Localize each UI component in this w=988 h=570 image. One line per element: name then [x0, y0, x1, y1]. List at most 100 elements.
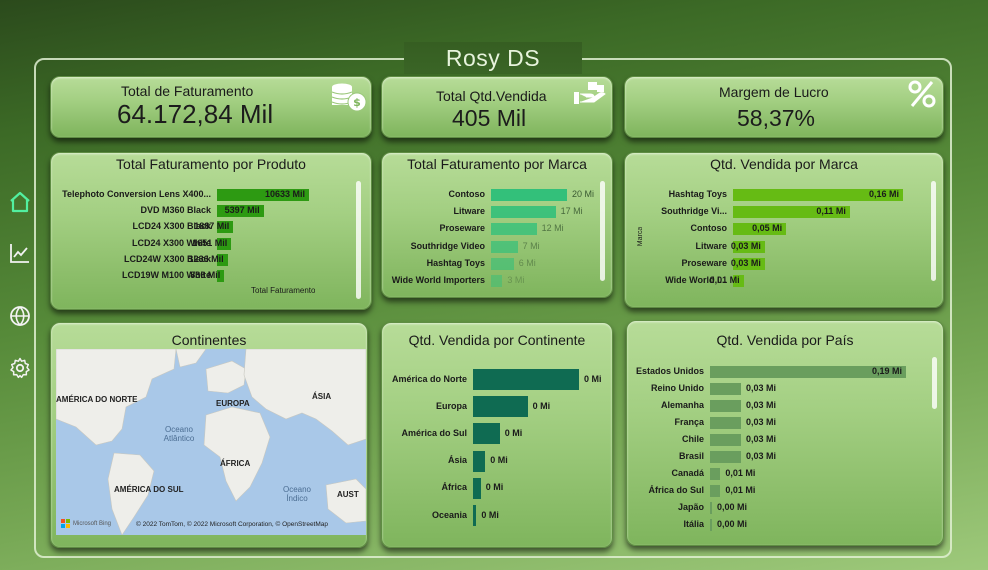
nav-globe[interactable]	[6, 302, 34, 330]
scrollbar[interactable]	[600, 181, 605, 281]
bar-mark[interactable]	[491, 240, 518, 253]
bar-value-label: 0 Mi	[584, 373, 602, 384]
bar-value-label: 17 Mi	[560, 206, 583, 217]
axis-label: Total Faturamento	[251, 286, 316, 295]
map-label: AUST	[337, 490, 359, 499]
kpi-value: 64.172,84 Mil	[117, 99, 274, 129]
world-map[interactable]: AMÉRICA DO NORTE EUROPA ÁSIA ÁFRICA AMÉR…	[56, 349, 366, 535]
ocean-label: Oceano Atlântico	[163, 425, 195, 443]
bar-mark[interactable]	[473, 423, 500, 445]
bar-mark[interactable]	[491, 206, 556, 219]
card-title: Qtd. Vendida por País	[716, 332, 854, 348]
card-title: Qtd. Vendida por Marca	[710, 156, 858, 172]
bar-category-label: França	[674, 417, 704, 427]
bar-mark[interactable]	[710, 485, 721, 497]
card-qtd-pais: Qtd. Vendida por País Estados Unidos 0,19…	[626, 320, 944, 546]
bar-mark[interactable]	[710, 434, 741, 446]
bar-value-label: 0,03 Mi	[730, 240, 761, 251]
svg-text:$: $	[353, 96, 361, 109]
card-title: Qtd. Vendida por Continente	[408, 332, 586, 348]
card-title: Total Faturamento por Produto	[116, 156, 306, 172]
bar-mark[interactable]	[710, 468, 721, 480]
bar-value-label: 20 Mi	[572, 189, 595, 199]
bar-value-label: 0,11 Mi	[816, 206, 846, 217]
bar-category-label: Proseware	[439, 223, 485, 234]
bar-category-label: África	[441, 482, 467, 493]
bar-category-label: Japão	[677, 502, 704, 512]
bar-value-label: 0,05 Mi	[752, 223, 783, 234]
bar-mark[interactable]	[473, 505, 477, 526]
bar-category-label: África do Sul	[648, 485, 704, 495]
bar-mark[interactable]	[491, 275, 503, 287]
bar-value-label: 12 Mi	[541, 223, 564, 234]
bar-value-label: 0,16 Mi	[868, 189, 899, 199]
map-label: EUROPA	[216, 399, 250, 408]
map-brand-text: Microsoft Bing	[73, 520, 112, 527]
map-label: ÁSIA	[312, 392, 332, 401]
map-brand: Microsoft Bing	[61, 519, 111, 528]
bar-category-label: Europa	[435, 400, 467, 411]
bar-mark[interactable]	[710, 519, 712, 531]
bar-category-label: Canadá	[671, 468, 704, 478]
bar-mark[interactable]	[491, 223, 537, 236]
bar-mark[interactable]	[473, 369, 579, 390]
bar-mark[interactable]	[710, 400, 741, 412]
scrollbar[interactable]	[356, 181, 361, 299]
bar-mark[interactable]	[710, 502, 712, 514]
bar-category-label: Telephoto Conversion Lens X400...	[62, 189, 211, 199]
bar-value-label: 836 Mil	[190, 270, 221, 280]
bar-value-label: 1236 Mil	[188, 253, 224, 264]
bar-category-label: Reino Unido	[651, 383, 704, 393]
bar-mark[interactable]	[473, 396, 528, 418]
bar-mark[interactable]	[473, 450, 486, 472]
kpi-value: 58,37%	[737, 105, 816, 131]
ocean-label: Oceano Índico	[282, 485, 312, 503]
bar-category-label: Contoso	[448, 189, 486, 199]
bar-category-label: LCD24 X300 White	[131, 237, 211, 248]
bar-category-label: Brasil	[678, 451, 704, 461]
bar-value-label: 0 Mi	[504, 427, 523, 438]
kpi-title: Total de Faturamento	[121, 83, 254, 99]
map-copyright[interactable]: © 2022 TomTom, © 2022 Microsoft Corporat…	[136, 521, 328, 528]
map-label: AMÉRICA DO NORTE	[56, 395, 138, 404]
nav-settings[interactable]	[6, 354, 34, 382]
map-label: ÁFRICA	[220, 459, 251, 468]
card-qtd-marca: Qtd. Vendida por Marca Marca Hashtag Toy…	[624, 152, 944, 308]
bar-value-label: 1887 Mil	[194, 221, 230, 232]
map-landmass	[56, 349, 366, 535]
bar-category-label: Ásia	[447, 455, 467, 466]
nav-home[interactable]	[6, 188, 34, 216]
bar-value-label: 0,03 Mi	[745, 451, 776, 461]
bar-value-label: 0,03 Mi	[745, 434, 776, 444]
bar-value-label: 0,19 Mi	[871, 366, 902, 376]
bar-mark[interactable]	[710, 383, 741, 395]
bar-mark[interactable]	[710, 451, 741, 463]
scrollbar[interactable]	[932, 357, 937, 409]
bar-value-label: 1651 Mil	[192, 237, 228, 248]
bar-value-label: 0,01 Mi	[725, 485, 756, 495]
bar-category-label: Oceania	[431, 509, 467, 520]
kpi-value: 405 Mil	[452, 105, 527, 131]
bar-category-label: Contoso	[690, 223, 728, 234]
microsoft-logo-icon	[61, 519, 70, 528]
bar-value-label: 6 Mi	[518, 257, 536, 268]
bar-value-label: 0,00 Mi	[717, 519, 748, 529]
bar-category-label: Southridge Video	[410, 240, 485, 251]
bar-mark[interactable]	[710, 417, 741, 429]
bar-mark[interactable]	[491, 189, 567, 201]
kpi-card-qtd: Total Qtd.Vendida 405 Mil	[381, 76, 613, 138]
bar-mark[interactable]	[491, 257, 514, 270]
bar-value-label: 10633 Mil	[264, 189, 305, 199]
kpi-title: Total Qtd.Vendida	[436, 88, 547, 104]
bar-category-label: América do Sul	[401, 427, 467, 438]
kpi-card-faturamento: Total de Faturamento 64.172,84 Mil $	[50, 76, 372, 138]
card-title: Total Faturamento por Marca	[407, 156, 587, 172]
bar-value-label: 0 Mi	[532, 400, 551, 411]
bar-category-label: Proseware	[681, 257, 727, 268]
scrollbar[interactable]	[931, 181, 936, 281]
bar-mark[interactable]	[473, 477, 481, 499]
hand-box-icon	[574, 82, 606, 104]
home-icon	[10, 191, 30, 213]
nav-trend[interactable]	[6, 239, 34, 267]
bar-category-label: LCD24W X300 Black	[123, 253, 211, 264]
